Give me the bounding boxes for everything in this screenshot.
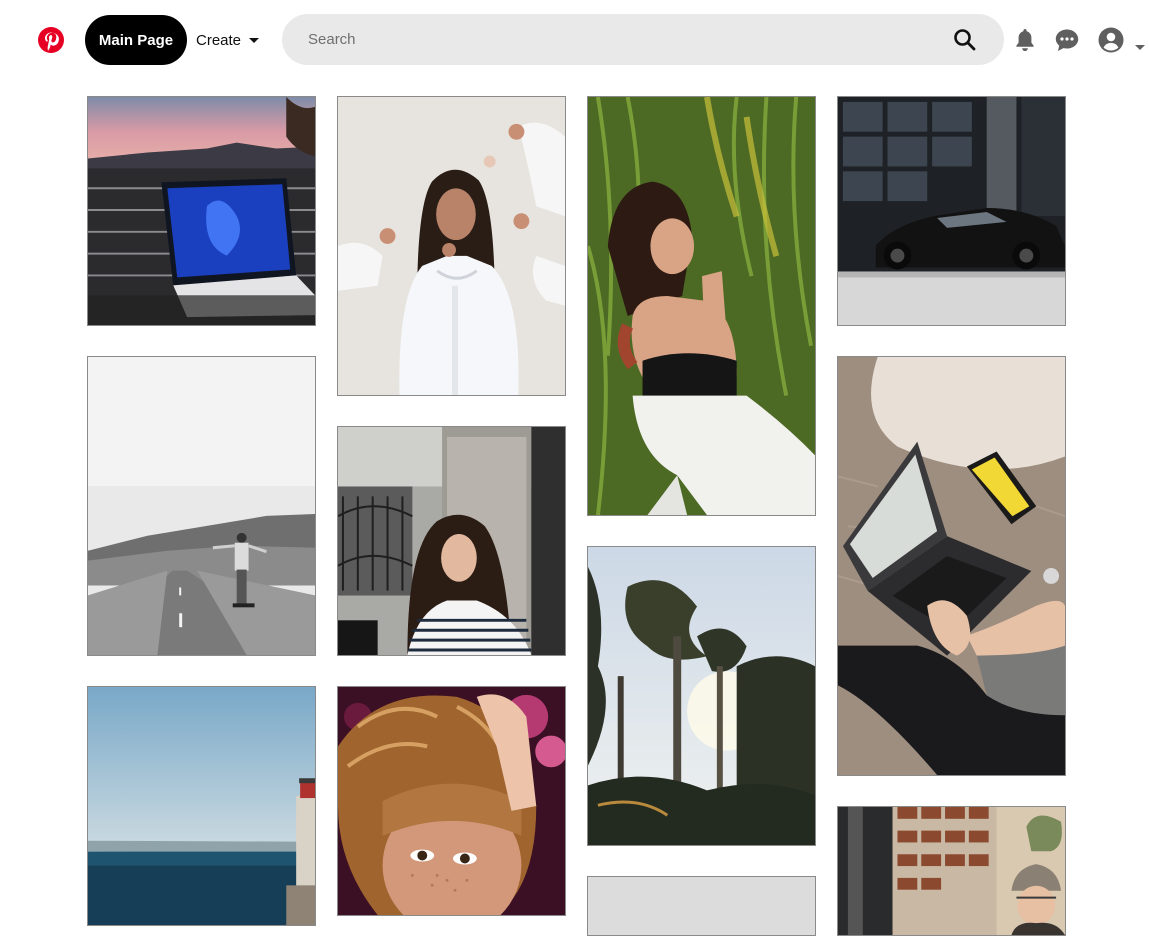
create-dropdown[interactable]: Create bbox=[196, 15, 260, 65]
pin-image[interactable] bbox=[837, 96, 1066, 326]
pin-image[interactable] bbox=[87, 686, 316, 926]
pin-image[interactable] bbox=[87, 96, 316, 326]
top-navigation-bar: Main Page Create bbox=[0, 0, 1149, 80]
pin-image[interactable] bbox=[837, 806, 1066, 936]
main-page-button[interactable]: Main Page bbox=[85, 15, 187, 65]
search-input[interactable] bbox=[306, 14, 926, 65]
pin-image[interactable] bbox=[337, 96, 566, 396]
search-bar bbox=[282, 14, 1004, 65]
create-label: Create bbox=[196, 31, 242, 49]
user-icon[interactable] bbox=[1097, 26, 1125, 54]
chevron-down-icon[interactable] bbox=[1135, 37, 1145, 55]
chat-icon[interactable] bbox=[1053, 26, 1081, 54]
pin-image[interactable] bbox=[587, 546, 816, 846]
pin-image[interactable] bbox=[587, 876, 816, 936]
pin-image[interactable] bbox=[837, 356, 1066, 776]
pin-image[interactable] bbox=[337, 686, 566, 916]
caret-down-icon bbox=[249, 37, 260, 43]
bell-icon[interactable] bbox=[1011, 26, 1039, 54]
main-page-label: Main Page bbox=[98, 31, 174, 49]
pin-image[interactable] bbox=[87, 356, 316, 656]
pin-image[interactable] bbox=[337, 426, 566, 656]
search-icon[interactable] bbox=[952, 27, 978, 53]
pinterest-logo-icon[interactable] bbox=[38, 27, 64, 53]
pin-image[interactable] bbox=[587, 96, 816, 516]
